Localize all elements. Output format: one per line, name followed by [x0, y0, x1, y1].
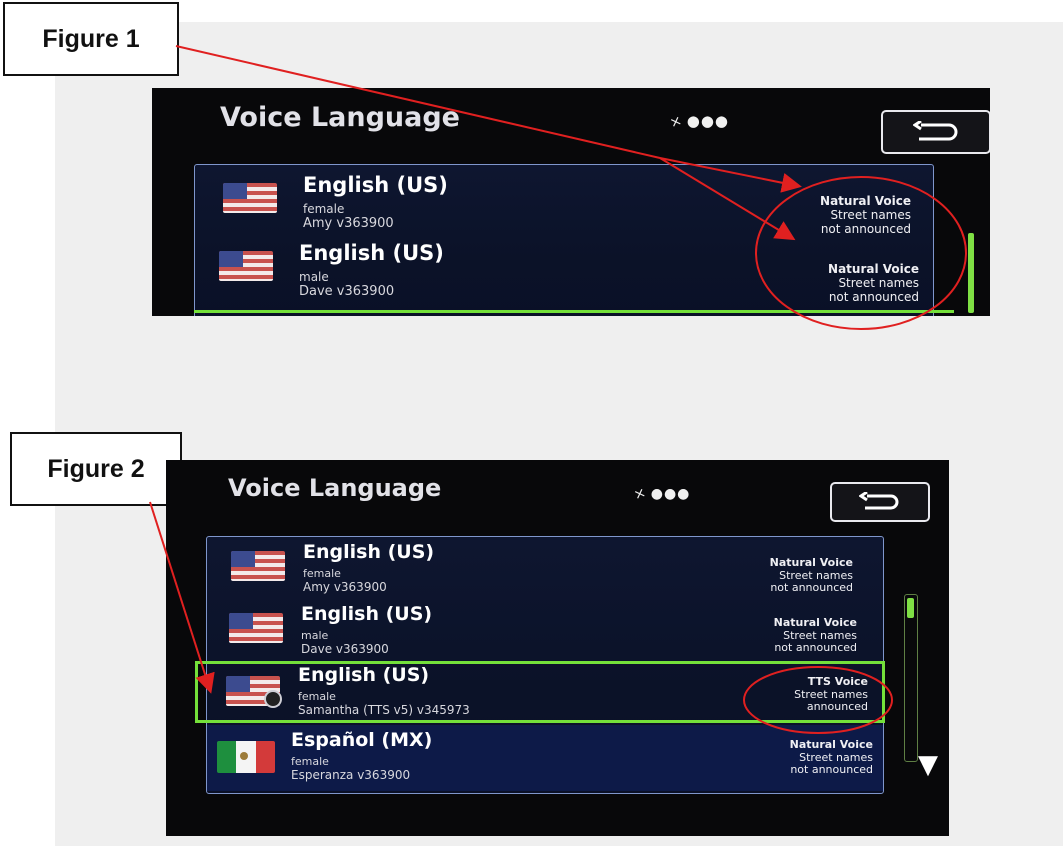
annotation-arrow-figure1-b: [659, 157, 802, 193]
annotation-ellipse-figure2: [743, 666, 893, 734]
annotation-arrow-figure2: [149, 501, 215, 694]
annotation-ellipse-figure1: [755, 176, 967, 330]
annotation-overlay: [149, 45, 967, 734]
annotation-arrow-figure1-a: [175, 45, 661, 159]
annotation-arrow-figure1-c: [659, 157, 796, 241]
